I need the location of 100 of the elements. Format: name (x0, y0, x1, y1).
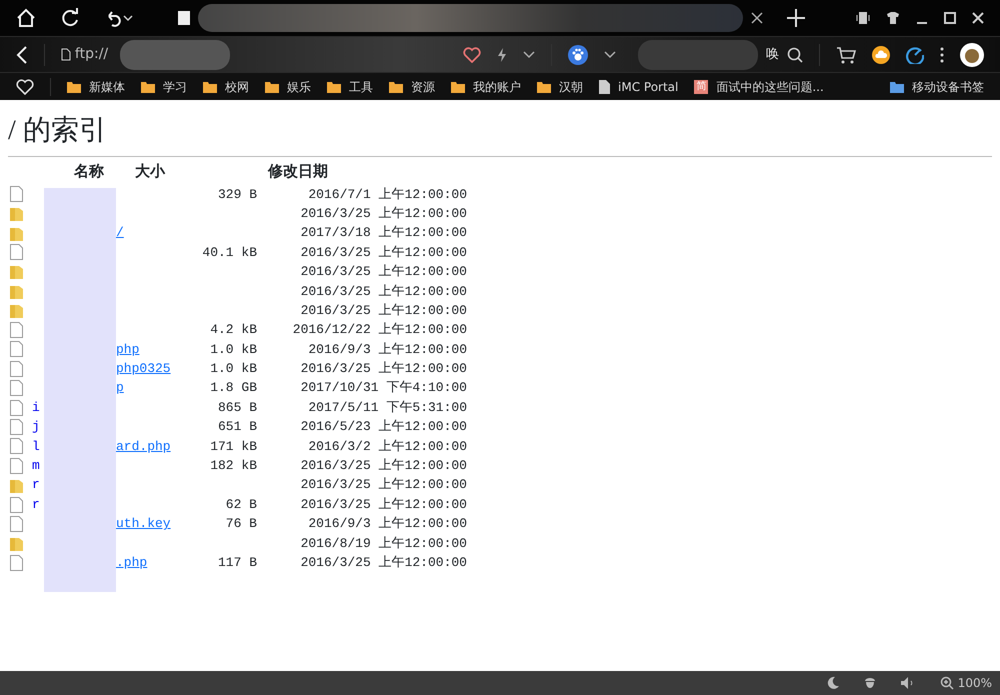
page-icon (60, 48, 71, 61)
file-link[interactable]: r (32, 475, 40, 495)
folder-icon (389, 80, 403, 92)
file-link[interactable]: php0325 (116, 359, 171, 379)
shirt-icon[interactable] (886, 11, 900, 25)
caret-icon[interactable] (604, 50, 616, 58)
moon-icon[interactable] (826, 676, 840, 690)
address-field[interactable]: ftp:// (60, 40, 447, 70)
avatar-icon[interactable] (960, 42, 984, 66)
folder-icon (265, 80, 279, 92)
close-icon[interactable] (751, 12, 763, 24)
modified-date: 2016/3/25 上午12:00:00 (300, 244, 467, 260)
file-size: 4.2 kB (210, 322, 257, 338)
file-icon (10, 516, 23, 532)
file-size: 62 B (226, 496, 257, 512)
reload-icon[interactable] (60, 8, 80, 28)
paw-icon[interactable] (568, 44, 588, 64)
modified-date: 2016/3/25 上午12:00:00 (300, 264, 467, 280)
page-icon (178, 11, 190, 25)
modified-date: 2016/9/3 上午12:00:00 (308, 342, 467, 357)
file-size: 40.1 kB (202, 244, 257, 260)
cloud-icon[interactable] (872, 46, 890, 64)
file-size: 1.0 kB (210, 361, 257, 376)
modified-date: 2016/3/25 上午12:00:00 (300, 284, 467, 298)
file-link[interactable]: uth.key (116, 514, 171, 534)
gauge-icon[interactable] (906, 46, 924, 64)
modified-date: 2016/3/25 上午12:00:00 (300, 206, 467, 221)
file-icon (10, 360, 23, 377)
bookmark[interactable]: 娱乐 (265, 78, 311, 96)
zoom-control[interactable]: 100% (940, 674, 992, 692)
file-icon (10, 458, 23, 474)
maximize-icon[interactable] (944, 12, 956, 24)
modified-date: 2016/3/25 上午12:00:00 (300, 477, 467, 492)
file-icon (10, 380, 23, 396)
home-icon[interactable] (16, 8, 36, 28)
folder-icon (67, 80, 81, 92)
file-size: 1.8 GB (210, 380, 257, 396)
modified-date: 2016/3/25 上午12:00:00 (300, 554, 467, 570)
bookmark[interactable]: 新媒体 (67, 78, 125, 96)
page-icon (599, 80, 610, 94)
file-link[interactable]: php (116, 340, 140, 360)
modified-date: 2016/3/25 上午12:00:00 (300, 302, 467, 318)
file-link[interactable]: j (32, 417, 40, 437)
file-icon (10, 186, 23, 202)
column-header: 修改日期 (268, 162, 328, 184)
file-size: 865 B (218, 400, 257, 415)
search-icon[interactable] (787, 46, 803, 62)
caret-icon[interactable] (523, 50, 535, 58)
folder-icon (10, 226, 23, 241)
file-size: 1.0 kB (210, 342, 257, 357)
column-header: 名称 (74, 162, 105, 184)
more-icon[interactable] (940, 46, 944, 62)
folder-icon (203, 80, 217, 92)
bookmark[interactable]: 我的账户 (451, 78, 521, 96)
modified-date: 2017/3/18 上午12:00:00 (300, 225, 467, 240)
modified-date: 2016/3/25 上午12:00:00 (300, 458, 467, 474)
modified-date: 2017/10/31 下午4:10:00 (300, 380, 467, 396)
modified-date: 2016/12/22 上午12:00:00 (292, 322, 467, 338)
modified-date: 2016/9/3 上午12:00:00 (308, 516, 467, 532)
back-icon[interactable] (16, 44, 28, 64)
bookmark[interactable]: 工具 (327, 78, 373, 96)
file-link[interactable]: m (32, 456, 40, 476)
file-size: 171 kB (210, 438, 257, 454)
bookmark[interactable]: 学习 (141, 78, 187, 96)
modified-date: 2016/5/23 上午12:00:00 (300, 419, 467, 434)
file-size: 76 B (226, 516, 257, 532)
file-icon (10, 322, 23, 338)
folder-icon (537, 80, 551, 92)
folder-icon (327, 80, 341, 92)
file-link[interactable]: i (32, 398, 40, 418)
folder-icon (10, 536, 23, 551)
lightning-icon[interactable] (497, 48, 507, 62)
file-link[interactable]: r (32, 494, 40, 514)
site-icon: 简 (694, 80, 708, 94)
acorn-icon[interactable] (864, 676, 876, 690)
zoom-icon (940, 676, 954, 690)
file-link[interactable]: l (32, 436, 40, 456)
modified-date: 2016/7/1 上午12:00:00 (308, 186, 467, 202)
modified-date: 2017/5/11 下午5:31:00 (308, 400, 467, 415)
folder-icon (890, 80, 904, 92)
file-link[interactable]: p (116, 378, 124, 398)
new-tab-icon[interactable] (787, 9, 805, 27)
folder-icon (141, 80, 155, 92)
vibrate-icon[interactable] (856, 11, 870, 25)
bookmark[interactable]: 校网 (203, 78, 249, 96)
folder-icon (10, 206, 23, 222)
file-link[interactable]: ard.php (116, 436, 171, 456)
bookmark[interactable]: 资源 (389, 78, 435, 96)
bookmark[interactable]: 简 面试中的这些问题... (694, 78, 824, 96)
column-header: 大小 (135, 162, 166, 184)
cart-icon[interactable] (836, 46, 856, 64)
file-link[interactable]: / (116, 223, 124, 243)
file-size: 651 B (218, 419, 257, 434)
bookmark[interactable]: iMC Portal (599, 78, 678, 96)
modified-date: 2016/3/25 上午12:00:00 (300, 361, 467, 376)
bookmark[interactable]: 汉朝 (537, 78, 583, 96)
file-link[interactable]: .php (116, 552, 148, 572)
folder-icon (10, 264, 23, 280)
close-icon[interactable] (972, 12, 984, 24)
bookmark[interactable]: 移动设备书签 (890, 78, 984, 96)
